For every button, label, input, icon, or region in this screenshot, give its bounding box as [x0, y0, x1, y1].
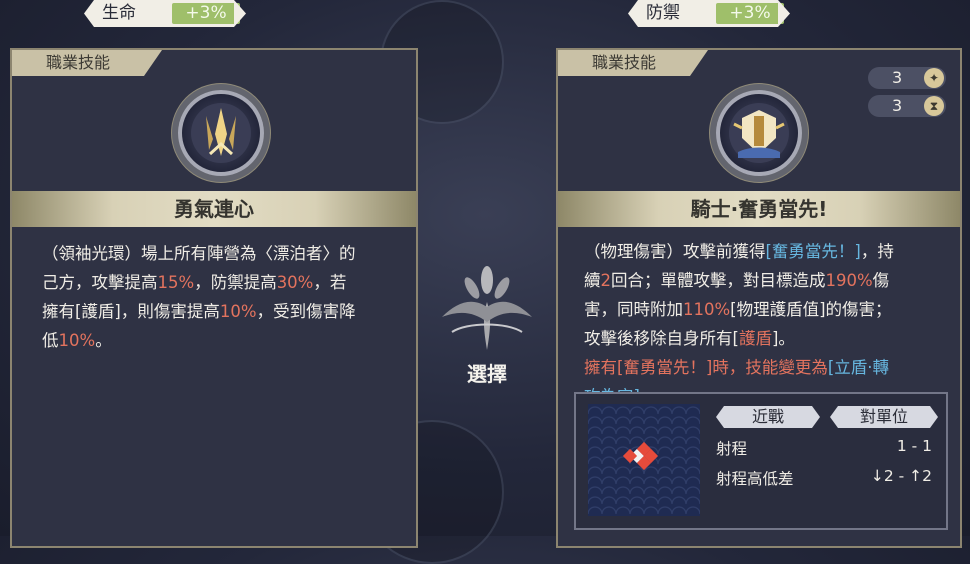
description-segment: 110% — [683, 300, 731, 319]
description-segment: 低 — [42, 331, 59, 350]
description-segment: [立盾·轉 — [827, 358, 890, 377]
def-bonus-tag: 防禦 +3% — [628, 0, 790, 27]
tree-emblem-icon — [442, 266, 532, 350]
description-segment: 護盾 — [738, 329, 772, 348]
description-segment: 己方，攻擊提高 — [42, 273, 158, 292]
description-segment: 30% — [276, 273, 314, 292]
range-panel: 近戰 對單位 射程 1 - 1 射程高低差 ↓2 - ↑2 — [574, 392, 948, 530]
description-segment: [物理護盾值]的傷害； — [730, 300, 892, 319]
hp-bonus-tag: 生命 +3% — [84, 0, 246, 27]
tag-tail — [778, 0, 790, 27]
description-line: 害，同時附加110%[物理護盾值]的傷害； — [584, 295, 894, 324]
description-segment: [奮勇當先！] — [765, 242, 861, 261]
description-segment: 傷 — [872, 271, 890, 290]
single-target-tag: 對單位 — [830, 406, 938, 428]
card-tab: 職業技能 — [558, 50, 708, 76]
description-segment: ，防禦提高 — [194, 273, 277, 292]
stat-value: +3% — [716, 3, 784, 24]
star-icon: ✦ — [924, 68, 944, 88]
melee-tag: 近戰 — [716, 406, 820, 428]
description-segment: ，持 — [860, 242, 894, 261]
stat-value: +3% — [172, 3, 240, 24]
description-segment: 15% — [157, 273, 195, 292]
description-segment: 。 — [95, 331, 112, 350]
cooldown-badge: 3 ⧗ — [868, 95, 946, 117]
description-line: 擁有[奮勇當先！]時，技能變更為[立盾·轉 — [584, 353, 894, 382]
description-segment: ]。 — [771, 329, 795, 348]
description-segment: 10% — [58, 331, 96, 350]
description-line: 續2回合；單體攻擊，對目標造成190%傷 — [584, 266, 894, 295]
description-segment: （領袖光環）場上所有陣營為〈漂泊者〉的 — [42, 244, 356, 263]
right-skill-card[interactable]: 職業技能 3 ✦ 3 ⧗ 騎士·奮勇當先! （物理傷害）攻擊前獲得[奮勇當先！]… — [556, 48, 962, 548]
skill-name: 騎士·奮勇當先! — [558, 191, 960, 227]
card-tab: 職業技能 — [12, 50, 162, 76]
skill-description: （領袖光環）場上所有陣營為〈漂泊者〉的 己方，攻擊提高15%，防禦提高30%，若擁… — [42, 239, 356, 355]
left-skill-card[interactable]: 職業技能 勇氣連心 （領袖光環）場上所有陣營為〈漂泊者〉的 己方，攻擊提高15%，… — [10, 48, 418, 548]
knight-crest-icon — [716, 90, 802, 176]
height-diff-value: ↓2 - ↑2 — [870, 467, 932, 485]
sword-crest-icon — [178, 90, 264, 176]
description-line: （物理傷害）攻擊前獲得[奮勇當先！]，持 — [584, 237, 894, 266]
description-line: （領袖光環）場上所有陣營為〈漂泊者〉的 — [42, 239, 356, 268]
description-line: 攻擊後移除自身所有[護盾]。 — [584, 324, 894, 353]
description-segment: 擁有[護盾]，則傷害提高 — [42, 302, 220, 321]
range-value: 1 - 1 — [896, 437, 932, 455]
cost-badge: 3 ✦ — [868, 67, 946, 89]
height-diff-key: 射程高低差 — [716, 470, 794, 488]
skill-name: 勇氣連心 — [12, 191, 416, 227]
range-grid — [588, 404, 700, 516]
select-button[interactable]: 選擇 — [432, 262, 542, 387]
range-key: 射程 — [716, 440, 748, 458]
description-segment: 擁有[奮勇當先！]時，技能變更為 — [584, 358, 828, 377]
description-segment: 10% — [219, 302, 257, 321]
description-segment: ，受到傷害降 — [256, 302, 356, 321]
description-segment: 2 — [600, 271, 612, 290]
description-segment: 回合；單體攻擊，對目標造成 — [611, 271, 826, 290]
hourglass-icon: ⧗ — [924, 96, 944, 116]
description-segment: （物理傷害）攻擊前獲得 — [584, 242, 766, 261]
cooldown-value: 3 — [892, 96, 903, 115]
description-segment: ，若 — [313, 273, 347, 292]
description-segment: 攻擊後移除自身所有[ — [584, 329, 739, 348]
tag-tail — [234, 0, 246, 27]
description-line: 低10%。 — [42, 326, 356, 355]
description-segment: 190% — [825, 271, 873, 290]
description-segment: 續 — [584, 271, 601, 290]
description-segment: 害，同時附加 — [584, 300, 683, 319]
select-label: 選擇 — [467, 362, 507, 386]
cost-value: 3 — [892, 68, 903, 87]
description-line: 擁有[護盾]，則傷害提高10%，受到傷害降 — [42, 297, 356, 326]
skill-description: （物理傷害）攻擊前獲得[奮勇當先！]，持 續2回合；單體攻擊，對目標造成190%傷… — [584, 237, 894, 411]
description-line: 己方，攻擊提高15%，防禦提高30%，若 — [42, 268, 356, 297]
